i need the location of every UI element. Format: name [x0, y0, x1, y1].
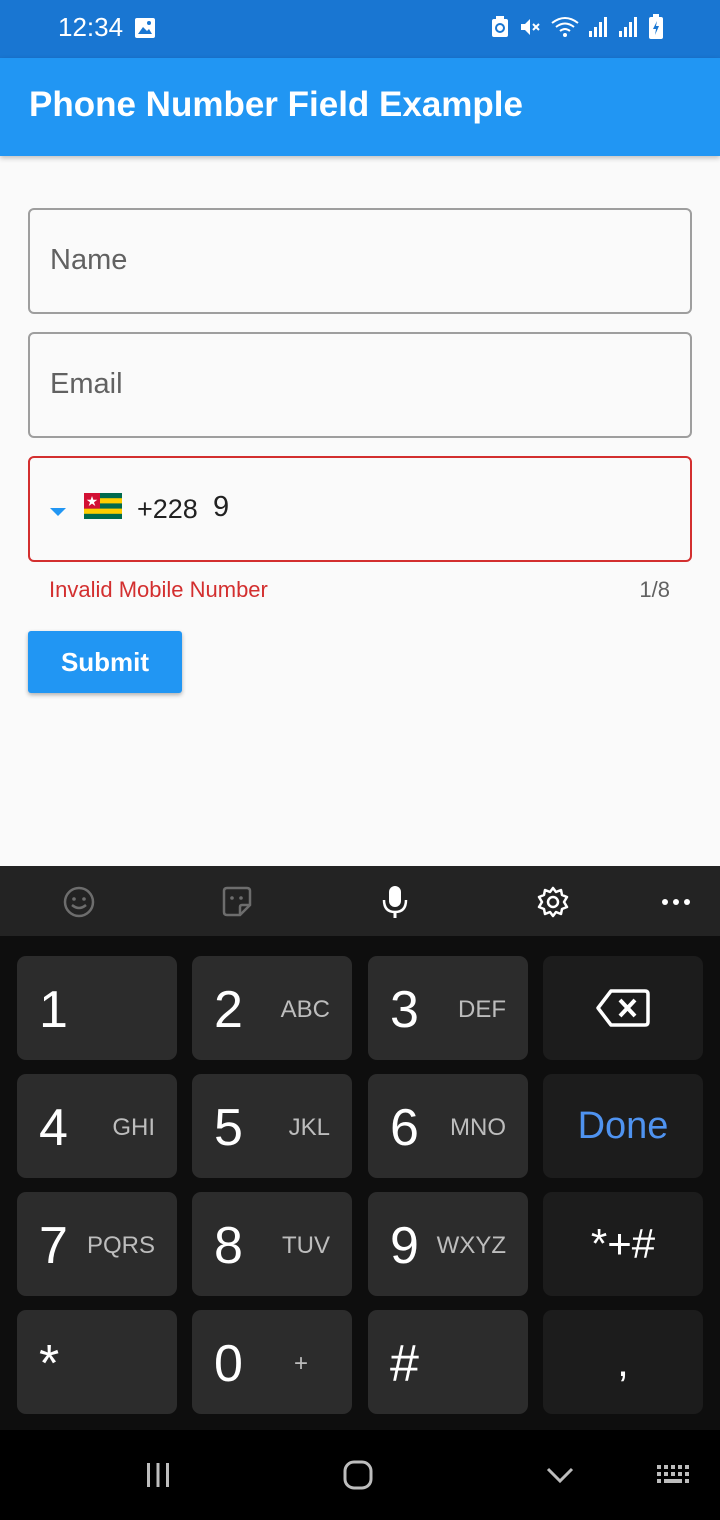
- symbols-key[interactable]: *+#: [543, 1192, 703, 1296]
- key-letters: MNO: [450, 1114, 506, 1141]
- key-digit: *: [39, 1335, 60, 1393]
- country-dropdown-icon[interactable]: [49, 504, 67, 522]
- done-key[interactable]: Done: [543, 1074, 703, 1178]
- numeric-keyboard: 1 2 ABC 3 DEF 4 GHI 5 JKL 6 MNO Done 7 P…: [0, 936, 720, 1430]
- key-digit: 3: [390, 981, 419, 1039]
- key-digit: 8: [214, 1217, 243, 1275]
- back-chevron-icon[interactable]: [540, 1455, 580, 1495]
- more-icon[interactable]: [656, 882, 696, 922]
- mute-icon: [518, 15, 542, 44]
- phone-number-field[interactable]: +228 9: [28, 456, 692, 562]
- emoji-icon[interactable]: [59, 882, 99, 922]
- key-7[interactable]: 7 PQRS: [17, 1192, 177, 1296]
- status-time: 12:34: [58, 12, 124, 42]
- key-letters: JKL: [288, 1114, 330, 1141]
- home-icon[interactable]: [338, 1455, 378, 1495]
- hash-key[interactable]: #: [368, 1310, 528, 1414]
- key-digit: 4: [39, 1099, 68, 1157]
- key-letters: PQRS: [86, 1232, 155, 1259]
- key-letters: ABC: [280, 996, 330, 1023]
- name-placeholder: Name: [50, 244, 128, 276]
- app-bar: Phone Number Field Example: [0, 58, 720, 156]
- backspace-key[interactable]: [543, 956, 703, 1060]
- key-1[interactable]: 1: [17, 956, 177, 1060]
- status-icons: [490, 14, 664, 45]
- signal-icon: [588, 15, 610, 44]
- name-field[interactable]: Name: [28, 208, 692, 314]
- sticker-icon[interactable]: [217, 882, 257, 922]
- signal-icon: [618, 15, 640, 44]
- key-digit: 7: [39, 1217, 68, 1275]
- key-9[interactable]: 9 WXYZ: [368, 1192, 528, 1296]
- symbols-label: *+#: [590, 1220, 656, 1267]
- character-counter: 1/8: [639, 577, 670, 602]
- comma-key[interactable]: ,: [543, 1310, 703, 1414]
- key-letters: GHI: [112, 1114, 155, 1141]
- togo-flag-icon[interactable]: [84, 493, 122, 519]
- key-4[interactable]: 4 GHI: [17, 1074, 177, 1178]
- key-letters: DEF: [458, 996, 506, 1023]
- key-digit: 9: [390, 1217, 419, 1275]
- key-letters: WXYZ: [436, 1232, 506, 1259]
- key-digit: 5: [214, 1099, 243, 1157]
- key-5[interactable]: 5 JKL: [192, 1074, 352, 1178]
- status-bar: 12:34: [0, 0, 720, 58]
- key-2[interactable]: 2 ABC: [192, 956, 352, 1060]
- backspace-icon: [543, 956, 703, 1060]
- microphone-icon[interactable]: [375, 882, 415, 922]
- phone-error-message: Invalid Mobile Number: [49, 577, 268, 602]
- sync-icon: [490, 15, 510, 44]
- asterisk-key[interactable]: *: [17, 1310, 177, 1414]
- key-letters: +: [293, 1350, 308, 1377]
- page-title: Phone Number Field Example: [29, 85, 523, 124]
- key-digit: 2: [214, 981, 243, 1039]
- email-placeholder: Email: [50, 368, 123, 400]
- key-digit: #: [390, 1335, 419, 1393]
- settings-gear-icon[interactable]: [533, 882, 573, 922]
- navigation-bar: [0, 1430, 720, 1520]
- keyboard-toolbar: [0, 866, 720, 936]
- comma-label: ,: [617, 1338, 629, 1385]
- dial-code[interactable]: +228: [137, 494, 198, 525]
- key-digit: 6: [390, 1099, 419, 1157]
- phone-input[interactable]: 9: [213, 491, 229, 524]
- battery-charging-icon: [648, 14, 664, 45]
- gallery-icon: [134, 17, 156, 44]
- key-6[interactable]: 6 MNO: [368, 1074, 528, 1178]
- keyboard-switch-icon[interactable]: [653, 1455, 693, 1495]
- email-field[interactable]: Email: [28, 332, 692, 438]
- key-digit: 1: [39, 981, 68, 1039]
- recent-apps-icon[interactable]: [138, 1455, 178, 1495]
- key-0[interactable]: 0 +: [192, 1310, 352, 1414]
- key-digit: 0: [214, 1335, 243, 1393]
- wifi-icon: [550, 15, 580, 44]
- key-8[interactable]: 8 TUV: [192, 1192, 352, 1296]
- key-letters: TUV: [282, 1232, 330, 1259]
- done-label: Done: [577, 1104, 669, 1147]
- submit-button[interactable]: Submit: [28, 631, 182, 693]
- key-3[interactable]: 3 DEF: [368, 956, 528, 1060]
